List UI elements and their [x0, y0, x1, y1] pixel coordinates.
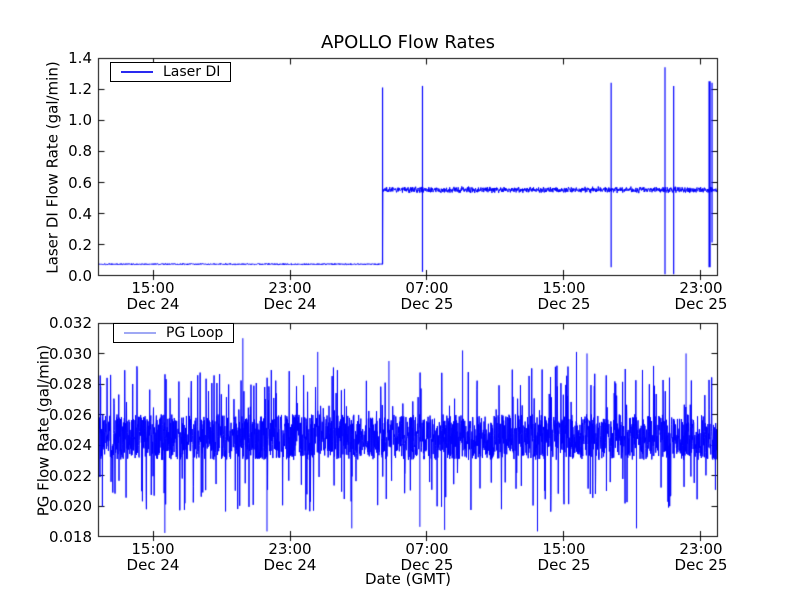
figure-canvas: APOLLO Flow Rates Laser DI Flow Rate (ga…	[0, 0, 800, 600]
laser-di-plot-area	[89, 49, 727, 285]
x-tick-time-label: 15:00	[542, 540, 586, 558]
x-tick-date-label: Dec 24	[263, 295, 317, 313]
x-tick-time-label: 15:00	[131, 279, 175, 297]
pg-loop-plot-area	[89, 314, 727, 546]
x-tick-time-label: 07:00	[405, 540, 449, 558]
y-tick-label: 1.2	[68, 80, 92, 98]
x-tick-time-label: 23:00	[268, 540, 312, 558]
y-tick-label: 0.2	[68, 236, 92, 254]
y-tick-label: 1.0	[68, 111, 92, 129]
x-tick-date-label: Dec 25	[537, 556, 591, 574]
pg-loop-plot-canvas	[89, 314, 727, 546]
y-tick-label: 0.0	[68, 267, 92, 285]
laser-di-legend-label: Laser DI	[163, 64, 221, 80]
x-tick-date-label: Dec 25	[400, 556, 454, 574]
x-tick-time-label: 23:00	[679, 279, 723, 297]
x-tick-date-label: Dec 25	[400, 295, 454, 313]
x-tick-date-label: Dec 24	[126, 295, 180, 313]
y-tick-label: 0.8	[68, 142, 92, 160]
y-tick-label: 0.020	[49, 497, 92, 515]
y-tick-label: 0.6	[68, 174, 92, 192]
pg-loop-legend-label: PG Loop	[166, 325, 224, 341]
pg-loop-legend-line-icon	[124, 332, 156, 334]
y-tick-label: 0.030	[49, 345, 92, 363]
x-tick-time-label: 07:00	[405, 279, 449, 297]
x-tick-date-label: Dec 25	[674, 295, 728, 313]
x-tick-date-label: Dec 25	[537, 295, 591, 313]
y-tick-label: 0.032	[49, 314, 92, 332]
y-tick-label: 1.4	[68, 49, 92, 67]
x-tick-time-label: 15:00	[131, 540, 175, 558]
y-tick-label: 0.024	[49, 436, 92, 454]
x-tick-date-label: Dec 24	[126, 556, 180, 574]
laser-di-legend-line-icon	[121, 71, 153, 73]
x-tick-time-label: 23:00	[679, 540, 723, 558]
y-tick-label: 0.028	[49, 375, 92, 393]
y-tick-label: 0.4	[68, 205, 92, 223]
x-tick-time-label: 15:00	[542, 279, 586, 297]
y-tick-label: 0.018	[49, 528, 92, 546]
x-tick-date-label: Dec 25	[674, 556, 728, 574]
pg-loop-legend: PG Loop	[113, 323, 235, 343]
y-tick-label: 0.022	[49, 467, 92, 485]
x-tick-time-label: 23:00	[268, 279, 312, 297]
laser-di-plot-canvas	[89, 49, 727, 285]
laser-di-legend: Laser DI	[110, 62, 232, 82]
x-tick-date-label: Dec 24	[263, 556, 317, 574]
y-tick-label: 0.026	[49, 406, 92, 424]
